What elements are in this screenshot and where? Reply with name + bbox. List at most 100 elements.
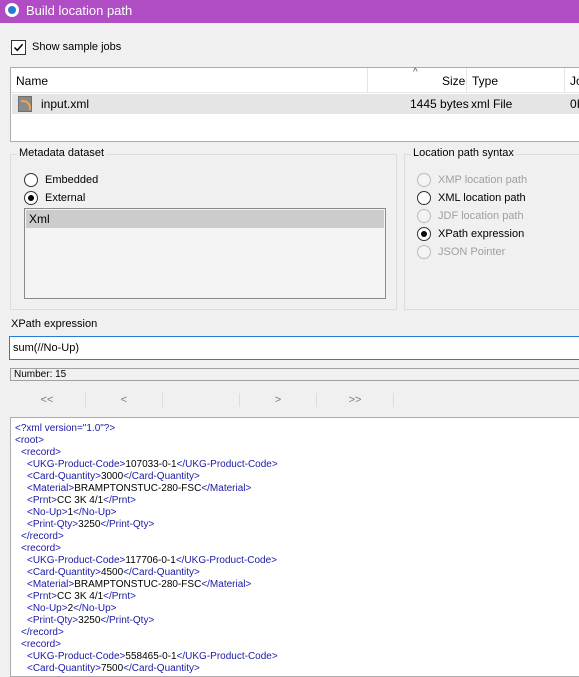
xml-preview[interactable]: <?xml version="1.0"?> <root> <record> <UKG-… <box>10 417 579 677</box>
app-icon <box>5 3 19 17</box>
file-name: input.xml <box>41 97 90 111</box>
checkbox-box[interactable] <box>11 40 26 55</box>
xml-tag: <Card-Quantity> <box>27 567 101 578</box>
xml-tag: </UKG-Product-Code> <box>176 459 278 470</box>
xml-record-open: <record> <box>21 447 61 459</box>
title-bar: Build location path <box>0 0 579 23</box>
xml-value: 117706-0-1 <box>125 555 176 566</box>
file-type: xml File <box>471 97 513 111</box>
xml-value: 7500 <box>100 663 124 674</box>
xml-location-path-label: XML location path <box>438 192 526 204</box>
xpath-expression-input[interactable]: sum(//No-Up) <box>9 336 579 360</box>
xml-tag: <?xml version="1.0"?> <box>15 423 116 434</box>
xml-value: 3000 <box>100 471 124 482</box>
column-divider[interactable] <box>564 68 565 92</box>
column-divider[interactable] <box>367 68 368 92</box>
xml-value: 558465-0-1 <box>125 651 177 662</box>
jdf-location-path-radio <box>417 209 431 223</box>
xml-tag: </Print-Qty> <box>100 519 155 530</box>
xml-record-open: <record> <box>21 639 61 651</box>
xml-tag: <record> <box>21 447 62 458</box>
xml-value: CC 3K 4/1 <box>57 591 104 602</box>
file-list[interactable]: Name ^ Size Type Jo input.xml 1445 bytes… <box>10 67 579 142</box>
xml-tag: </UKG-Product-Code> <box>176 651 278 662</box>
external-label: External <box>45 192 86 204</box>
xml-field: <UKG-Product-Code>117706-0-1</UKG-Produc… <box>27 555 277 567</box>
xml-root-open: <root> <box>15 435 44 447</box>
xpath-expression-option-label: XPath expression <box>438 228 525 240</box>
column-divider[interactable] <box>466 68 467 92</box>
xml-tag: </record> <box>21 531 64 542</box>
location-path-syntax-legend: Location path syntax <box>411 147 516 159</box>
xml-field: <Prnt>CC 3K 4/1</Prnt> <box>27 591 136 603</box>
xml-tag: <UKG-Product-Code> <box>27 459 126 470</box>
json-pointer-radio <box>417 245 431 259</box>
xml-field: <Material>BRAMPTONSTUC-280-FSC</Material… <box>27 483 251 495</box>
xml-location-path-radio[interactable] <box>417 191 431 205</box>
xml-tag: </No-Up> <box>73 507 117 518</box>
show-sample-jobs-label: Show sample jobs <box>32 41 122 53</box>
xml-tag: <Material> <box>27 579 75 590</box>
file-extra: 0I <box>570 97 579 111</box>
embedded-radio[interactable] <box>24 173 38 187</box>
file-row[interactable]: input.xml 1445 bytes xml File 0I <box>12 94 579 114</box>
file-list-header: Name ^ Size Type Jo <box>11 67 579 93</box>
xml-field: <UKG-Product-Code>558465-0-1</UKG-Produc… <box>27 651 278 663</box>
xml-tag: <No-Up> <box>27 603 68 614</box>
xml-tag: </UKG-Product-Code> <box>175 555 277 566</box>
xml-tag: <Prnt> <box>27 495 58 506</box>
xml-tag: </Card-Quantity> <box>123 567 200 578</box>
evaluation-result: Number: 15 <box>10 368 579 381</box>
column-header-name[interactable]: Name <box>16 74 48 88</box>
xml-tag: <Print-Qty> <box>27 519 79 530</box>
xml-tag: <Print-Qty> <box>27 615 79 626</box>
checkmark-icon <box>13 43 24 52</box>
column-header-extra[interactable]: Jo <box>570 74 579 88</box>
previous-record-button[interactable]: < <box>86 391 162 409</box>
xml-tag: </Print-Qty> <box>100 615 155 626</box>
file-size: 1445 bytes <box>410 97 469 111</box>
xml-field: <Print-Qty>3250</Print-Qty> <box>27 519 154 531</box>
xml-tag: </Card-Quantity> <box>123 663 200 674</box>
record-navigation: << < > >> <box>9 391 579 409</box>
xml-value: 3250 <box>78 615 101 626</box>
xml-record-close: </record> <box>21 531 64 543</box>
dataset-item-label: Xml <box>29 212 50 226</box>
column-header-type[interactable]: Type <box>472 74 498 88</box>
xml-tag: </Material> <box>201 579 252 590</box>
metadata-dataset-group: Metadata dataset Embedded External Xml <box>10 147 397 310</box>
xpath-expression-radio[interactable] <box>417 227 431 241</box>
evaluation-result-text: Number: 15 <box>14 369 67 380</box>
xml-tag: <Material> <box>27 483 75 494</box>
xml-value: CC 3K 4/1 <box>57 495 104 506</box>
xml-record-open: <record> <box>21 543 61 555</box>
xml-tag: <UKG-Product-Code> <box>27 651 126 662</box>
xml-tag: <Prnt> <box>27 591 58 602</box>
xml-tag: </record> <box>21 627 64 638</box>
xml-value: BRAMPTONSTUC-280-FSC <box>74 483 202 494</box>
xml-record-close: </record> <box>21 627 64 639</box>
xml-value: 107033-0-1 <box>125 459 177 470</box>
xml-value: 4500 <box>100 567 124 578</box>
nav-divider <box>393 393 394 407</box>
dataset-item[interactable]: Xml <box>26 210 384 228</box>
xml-file-icon <box>18 96 32 112</box>
location-path-syntax-group: Location path syntax XMP location path X… <box>404 147 579 310</box>
column-header-size[interactable]: Size <box>442 74 465 88</box>
xml-value: 3250 <box>78 519 101 530</box>
first-record-button[interactable]: << <box>9 391 85 409</box>
xml-tag: <UKG-Product-Code> <box>27 555 126 566</box>
xml-tag: <Card-Quantity> <box>27 471 101 482</box>
xml-tag: </Material> <box>201 483 252 494</box>
external-radio[interactable] <box>24 191 38 205</box>
next-record-button[interactable]: > <box>240 391 316 409</box>
metadata-dataset-legend: Metadata dataset <box>17 147 107 159</box>
last-record-button[interactable]: >> <box>317 391 393 409</box>
xml-field: <Card-Quantity>3000</Card-Quantity> <box>27 471 200 483</box>
json-pointer-label: JSON Pointer <box>438 246 506 258</box>
xpath-expression-label: XPath expression <box>11 318 98 330</box>
xml-tag: </Card-Quantity> <box>123 471 200 482</box>
dataset-list[interactable]: Xml <box>24 208 386 299</box>
xmp-location-path-radio <box>417 173 431 187</box>
xml-field: <Print-Qty>3250</Print-Qty> <box>27 615 154 627</box>
